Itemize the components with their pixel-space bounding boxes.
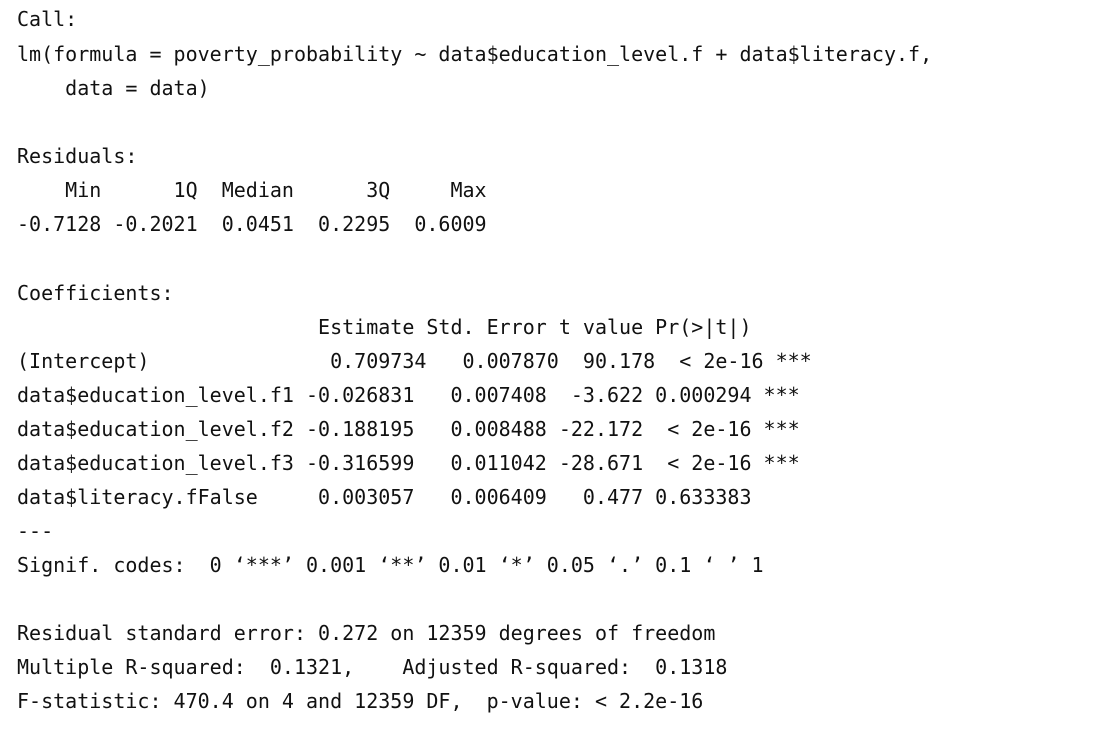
f-statistic-line: F-statistic: 470.4 on 4 and 12359 DF, p-…	[17, 689, 704, 713]
coefficient-row: (Intercept) 0.709734 0.007870 90.178 < 2…	[17, 349, 812, 373]
signif-codes-line: Signif. codes: 0 ‘***’ 0.001 ‘**’ 0.01 ‘…	[17, 553, 764, 577]
coefficient-row: data$education_level.f1 -0.026831 0.0074…	[17, 383, 800, 407]
r-console-output: Call: lm(formula = poverty_probability ~…	[0, 0, 1118, 734]
residual-standard-error-line: Residual standard error: 0.272 on 12359 …	[17, 621, 716, 645]
residuals-values-row: -0.7128 -0.2021 0.0451 0.2295 0.6009	[17, 212, 499, 236]
coefficient-row: data$education_level.f3 -0.316599 0.0110…	[17, 451, 800, 475]
call-formula-line: lm(formula = poverty_probability ~ data$…	[17, 42, 933, 66]
residuals-header: Residuals:	[17, 144, 138, 168]
coefficients-column-headers: Estimate Std. Error t value Pr(>|t|)	[17, 315, 800, 339]
r-squared-line: Multiple R-squared: 0.1321, Adjusted R-s…	[17, 655, 740, 679]
coefficient-row: data$literacy.fFalse 0.003057 0.006409 0…	[17, 485, 800, 509]
coefficients-separator: ---	[17, 519, 54, 543]
coefficients-header: Coefficients:	[17, 281, 174, 305]
coefficient-row: data$education_level.f2 -0.188195 0.0084…	[17, 417, 800, 441]
call-header: Call:	[17, 7, 78, 31]
residuals-labels-row: Min 1Q Median 3Q Max	[17, 178, 499, 202]
call-data-line: data = data)	[17, 76, 210, 100]
